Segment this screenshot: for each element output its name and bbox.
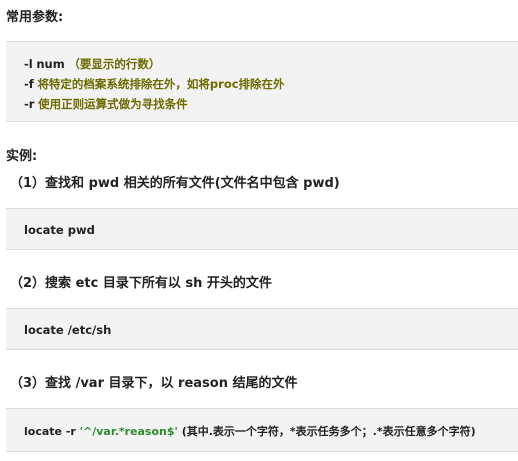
param-flag: -l bbox=[24, 57, 33, 71]
param-arg: num bbox=[36, 57, 65, 71]
command-regex: '^/var.*reason$' bbox=[79, 425, 178, 438]
param-flag: -r bbox=[24, 97, 35, 111]
example-3-code-block: locate -r '^/var.*reason$' (其中.表示一个字符，*表… bbox=[6, 408, 518, 452]
param-line-l: -l num （要显示的行数） bbox=[24, 56, 160, 72]
param-desc: 使用正则运算式做为寻找条件 bbox=[38, 97, 188, 111]
example-2-code-block: locate /etc/sh bbox=[6, 308, 518, 350]
param-desc: （要显示的行数） bbox=[68, 57, 161, 71]
example-2-title: （2）搜索 etc 目录下所有以 sh 开头的文件 bbox=[10, 276, 272, 291]
example-1-code-block: locate pwd bbox=[6, 208, 518, 250]
example-1-title: （1）查找和 pwd 相关的所有文件(文件名中包含 pwd) bbox=[10, 176, 340, 191]
param-flag: -f bbox=[24, 77, 34, 91]
examples-heading: 实例: bbox=[6, 149, 38, 164]
param-desc: 将特定的档案系统排除在外，如将proc排除在外 bbox=[37, 77, 285, 91]
page: 常用参数: -l num （要显示的行数） -f 将特定的档案系统排除在外，如将… bbox=[0, 0, 518, 461]
command-note: (其中.表示一个字符，*表示任务多个；.*表示任意多个字符) bbox=[177, 425, 476, 438]
params-heading: 常用参数: bbox=[6, 10, 64, 25]
example-3-title: （3）查找 /var 目录下，以 reason 结尾的文件 bbox=[10, 376, 298, 391]
example-1-command: locate pwd bbox=[24, 223, 95, 237]
example-2-command: locate /etc/sh bbox=[24, 323, 112, 337]
params-code-block: -l num （要显示的行数） -f 将特定的档案系统排除在外，如将proc排除… bbox=[6, 41, 518, 122]
command-prefix: locate -r bbox=[24, 425, 80, 438]
param-line-r: -r 使用正则运算式做为寻找条件 bbox=[24, 96, 188, 112]
example-3-command: locate -r '^/var.*reason$' (其中.表示一个字符，*表… bbox=[24, 423, 476, 439]
param-line-f: -f 将特定的档案系统排除在外，如将proc排除在外 bbox=[24, 76, 285, 92]
